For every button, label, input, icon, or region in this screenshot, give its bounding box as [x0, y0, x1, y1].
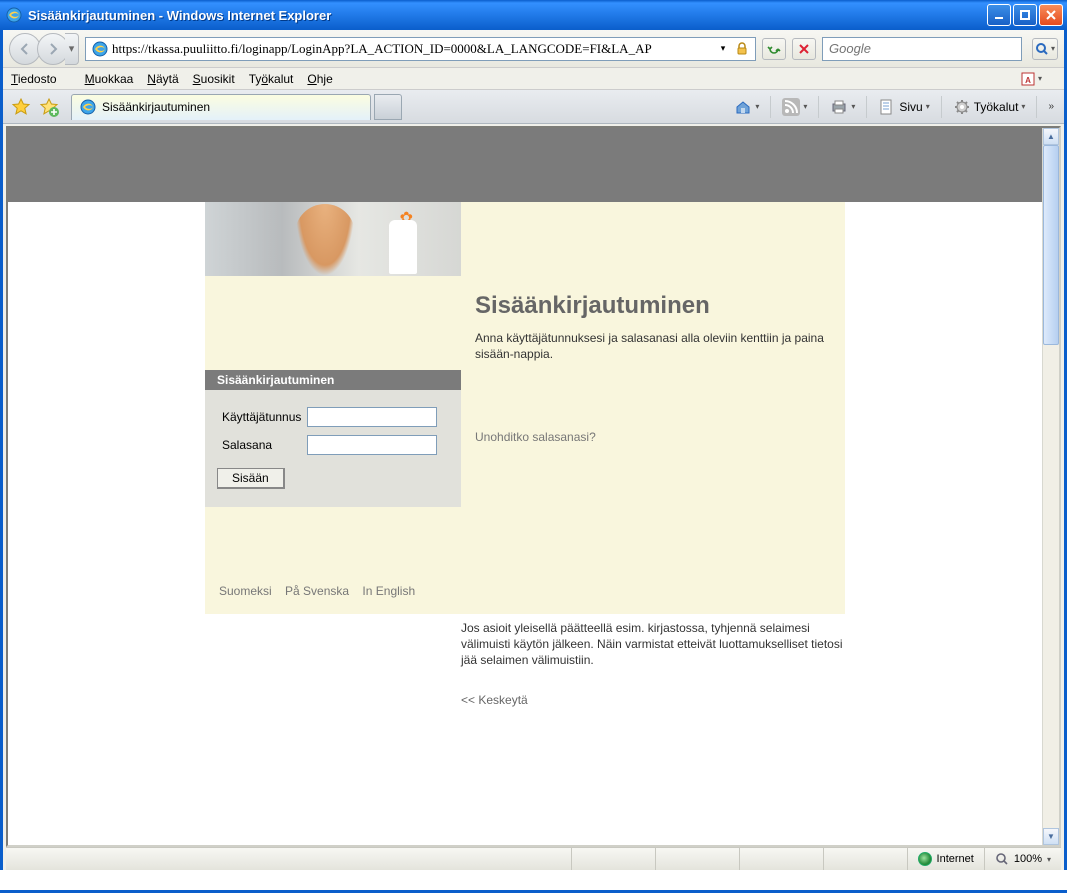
svg-text:A: A	[1025, 76, 1031, 85]
page-body: ✿ Sisäänkirjautuminen Anna käyttäjätunnu…	[8, 128, 1042, 845]
lock-icon	[734, 41, 750, 57]
search-button[interactable]: ▾	[1032, 38, 1058, 60]
page-menu-label: Sivu	[899, 100, 922, 114]
tab-toolbar: Sisäänkirjautuminen ▾ ▾ ▾ Sivu▾ Työkalut…	[3, 90, 1064, 124]
tools-menu-label: Työkalut	[974, 100, 1019, 114]
tab-title: Sisäänkirjautuminen	[102, 100, 210, 114]
scroll-down-button[interactable]: ▼	[1043, 828, 1059, 845]
maximize-button[interactable]	[1013, 4, 1037, 26]
address-dropdown[interactable]: ▾	[715, 43, 731, 54]
cache-notice: Jos asioit yleisellä päätteellä esim. ki…	[461, 620, 845, 669]
new-tab-button[interactable]	[374, 94, 402, 120]
rss-button[interactable]: ▾	[778, 95, 811, 119]
username-input[interactable]	[307, 407, 437, 427]
home-button[interactable]: ▾	[730, 95, 763, 119]
lang-fi-link[interactable]: Suomeksi	[219, 584, 272, 598]
ie-icon	[6, 7, 22, 23]
refresh-button[interactable]	[762, 38, 786, 60]
statusbar: Internet 100% ▾	[6, 847, 1061, 870]
print-button[interactable]: ▾	[826, 95, 859, 119]
window-title: Sisäänkirjautuminen - Windows Internet E…	[28, 8, 987, 23]
cancel-link[interactable]: << Keskeytä	[461, 693, 528, 707]
vertical-scrollbar[interactable]: ▲ ▼	[1042, 128, 1059, 845]
password-input[interactable]	[307, 435, 437, 455]
tools-menu-button[interactable]: Työkalut▾	[949, 95, 1030, 119]
tab-favicon-icon	[80, 99, 96, 115]
status-cell-1	[571, 848, 655, 870]
stop-button[interactable]	[792, 38, 816, 60]
favorites-star-button[interactable]	[9, 95, 33, 119]
flower-icon: ✿	[400, 208, 413, 228]
menu-help[interactable]: Ohje	[307, 72, 332, 86]
page-header-band	[8, 128, 1042, 202]
add-favorite-button[interactable]	[37, 95, 61, 119]
forgot-password-link[interactable]: Unohditko salasanasi?	[475, 430, 596, 444]
menu-file[interactable]: Tiedosto	[11, 72, 71, 86]
menu-edit[interactable]: Muokkaa	[85, 72, 134, 86]
login-panel: ✿ Sisäänkirjautuminen Anna käyttäjätunnu…	[205, 202, 845, 614]
status-cell-3	[739, 848, 823, 870]
address-bar[interactable]: ▾	[85, 37, 756, 61]
password-label: Salasana	[221, 434, 302, 456]
toolbar-overflow[interactable]: »	[1044, 101, 1058, 112]
status-cell-2	[655, 848, 739, 870]
minimize-button[interactable]	[987, 4, 1011, 26]
hero-image: ✿	[205, 202, 461, 276]
titlebar: Sisäänkirjautuminen - Windows Internet E…	[0, 0, 1067, 30]
menu-view[interactable]: Näytä	[147, 72, 178, 86]
login-intro: Anna käyttäjätunnuksesi ja salasanasi al…	[475, 330, 825, 362]
menu-tools[interactable]: Työkalut	[249, 72, 294, 86]
nav-history-dropdown[interactable]: ▾	[65, 33, 79, 65]
zone-label: Internet	[937, 853, 974, 865]
search-box[interactable]	[822, 37, 1022, 61]
zoom-label: 100%	[1014, 853, 1042, 865]
menu-favorites[interactable]: Suosikit	[193, 72, 235, 86]
lang-en-link[interactable]: In English	[362, 584, 415, 598]
below-panel: Jos asioit yleisellä päätteellä esim. ki…	[205, 620, 845, 707]
status-cell-4	[823, 848, 907, 870]
search-input[interactable]	[823, 41, 1021, 56]
page-icon	[92, 41, 108, 57]
pdf-icon[interactable]: A	[1020, 71, 1036, 87]
page-menu-button[interactable]: Sivu▾	[874, 95, 933, 119]
browser-tab[interactable]: Sisäänkirjautuminen	[71, 94, 371, 120]
lang-sv-link[interactable]: På Svenska	[285, 584, 349, 598]
content-viewport: ✿ Sisäänkirjautuminen Anna käyttäjätunnu…	[6, 126, 1061, 847]
login-submit-button[interactable]: Sisään	[217, 468, 285, 489]
close-button[interactable]	[1039, 4, 1063, 26]
username-label: Käyttäjätunnus	[221, 406, 302, 428]
navbar: ▾ ▾ ▾	[3, 30, 1064, 68]
language-links: Suomeksi På Svenska In English	[205, 576, 845, 600]
login-form-header: Sisäänkirjautuminen	[205, 370, 461, 390]
globe-icon	[918, 852, 932, 866]
scroll-up-button[interactable]: ▲	[1043, 128, 1059, 145]
security-zone[interactable]: Internet	[907, 848, 984, 870]
login-heading: Sisäänkirjautuminen	[475, 292, 825, 320]
address-input[interactable]	[112, 41, 715, 57]
login-form: Sisäänkirjautuminen Käyttäjätunnus Salas…	[205, 370, 461, 507]
menubar: Tiedosto Muokkaa Näytä Suosikit Työkalut…	[3, 68, 1064, 90]
zoom-control[interactable]: 100% ▾	[984, 848, 1061, 870]
zoom-icon	[995, 852, 1009, 866]
scroll-thumb[interactable]	[1043, 145, 1059, 345]
